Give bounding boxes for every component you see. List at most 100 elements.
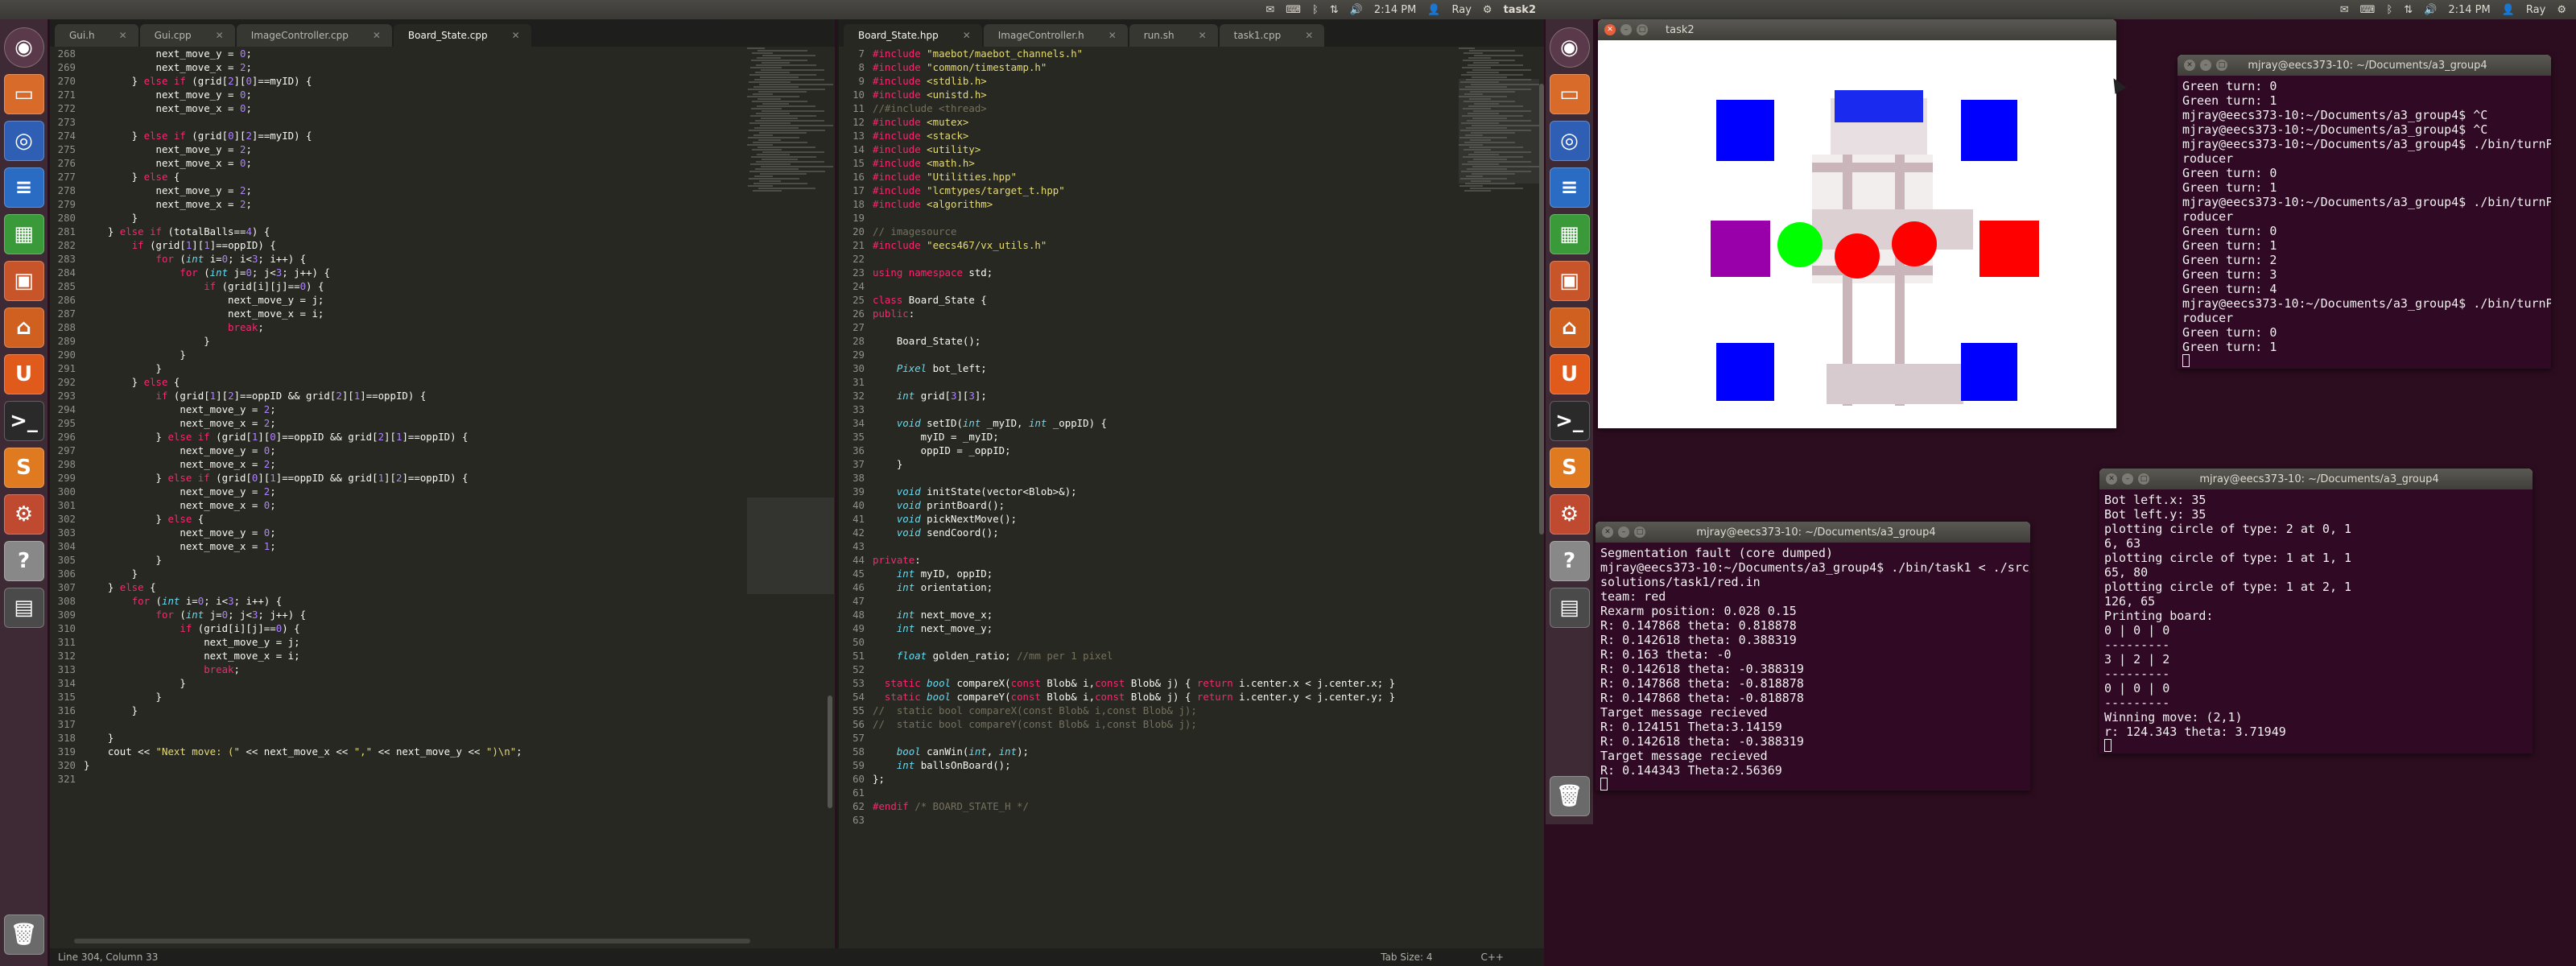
code-line[interactable]: 51 float golden_ratio; //mm per 1 pixel	[839, 649, 1459, 663]
code-line[interactable]: 43	[839, 539, 1459, 553]
code-line[interactable]: 312 next_move_x = i;	[50, 649, 750, 663]
calc-icon[interactable]: ▦	[3, 214, 44, 254]
code-line[interactable]: 268 next_move_y = 0;	[50, 47, 750, 60]
indicator-tray-left[interactable]: ✉ ⌨ ᛒ ⇅ 🔊 2:14 PM 👤 Ray ⚙ task2	[1265, 4, 1546, 16]
code-line[interactable]: 278 next_move_y = 2;	[50, 184, 750, 197]
code-line[interactable]: 276 next_move_x = 0;	[50, 156, 750, 170]
code-line[interactable]: 292 } else {	[50, 375, 750, 389]
files-icon[interactable]: ▭	[3, 74, 44, 114]
software-center-icon[interactable]: ⌂	[1549, 308, 1590, 348]
code-line[interactable]: 288 break;	[50, 320, 750, 334]
code-line[interactable]: 297 next_move_y = 0;	[50, 444, 750, 457]
minimize-icon[interactable]: –	[2122, 473, 2133, 485]
code-line[interactable]: 293 if (grid[1][2]==oppID && grid[2][1]=…	[50, 389, 750, 402]
minimap-right[interactable]	[1459, 47, 1539, 192]
hscrollbar-left[interactable]	[74, 939, 750, 943]
help-icon[interactable]: ?	[3, 541, 44, 581]
code-line[interactable]: 20 // imagesource	[839, 225, 1459, 238]
code-line[interactable]: 49 int next_move_y;	[839, 621, 1459, 635]
code-line[interactable]: 63	[839, 813, 1459, 827]
ubuntu-one-icon[interactable]: U	[3, 354, 44, 394]
code-line[interactable]: 313 break;	[50, 663, 750, 676]
code-line[interactable]: 48 int next_move_x;	[839, 608, 1459, 621]
terminal-output[interactable]: Green turn: 0 Green turn: 1 mjray@eecs373-…	[2178, 76, 2551, 369]
code-line[interactable]: 294 next_move_y = 2;	[50, 402, 750, 416]
code-line[interactable]: 34 void setID(int _myID, int _oppID) {	[839, 416, 1459, 430]
code-line[interactable]: 47	[839, 594, 1459, 608]
code-line[interactable]: 7 #include "maebot/maebot_channels.h"	[839, 47, 1459, 60]
code-line[interactable]: 53 static bool compareX(const Blob& i,co…	[839, 676, 1459, 690]
code-line[interactable]: 306 }	[50, 567, 750, 580]
task2-titlebar[interactable]: ✕ – □ task2	[1598, 19, 2116, 40]
code-line[interactable]: 45 int myID, oppID;	[839, 567, 1459, 580]
firefox-icon[interactable]: ◎	[1549, 121, 1590, 161]
code-line[interactable]: 15 #include <math.h>	[839, 156, 1459, 170]
code-line[interactable]: 290 }	[50, 348, 750, 361]
clock-left[interactable]: 2:14 PM	[1374, 4, 1416, 16]
code-area-left[interactable]: 268 next_move_y = 0; 269 next_move_x = 2;…	[50, 47, 750, 948]
code-line[interactable]: 11 //#include <thread>	[839, 101, 1459, 115]
code-line[interactable]: 36 oppID = _oppID;	[839, 444, 1459, 457]
code-line[interactable]: 16 #include "Utilities.hpp"	[839, 170, 1459, 184]
code-line[interactable]: 24	[839, 279, 1459, 293]
code-line[interactable]: 284 for (int j=0; j<3; j++) {	[50, 266, 750, 279]
code-line[interactable]: 13 #include <stack>	[839, 129, 1459, 142]
writer-icon[interactable]: ≡	[3, 167, 44, 208]
code-line[interactable]: 40 void printBoard();	[839, 498, 1459, 512]
maximize-icon[interactable]: □	[1637, 24, 1648, 35]
settings-icon[interactable]: ⚙	[3, 494, 44, 535]
code-line[interactable]: 310 if (grid[i][j]==0) {	[50, 621, 750, 635]
terminal-icon[interactable]: >_	[1549, 401, 1590, 441]
code-line[interactable]: 300 next_move_y = 2;	[50, 485, 750, 498]
dash-home-icon[interactable]: ◉	[3, 27, 44, 68]
code-line[interactable]: 277 } else {	[50, 170, 750, 184]
code-line[interactable]: 302 } else {	[50, 512, 750, 526]
minimap-viewport[interactable]	[747, 497, 834, 594]
terminal-titlebar[interactable]: ✕ – □ mjray@eecs373-10: ~/Documents/a3_g…	[2099, 469, 2533, 489]
code-line[interactable]: 320}	[50, 758, 750, 772]
code-line[interactable]: 50	[839, 635, 1459, 649]
tab-imagecontroller-cpp[interactable]: ImageController.cpp ✕	[236, 24, 392, 47]
code-line[interactable]: 321	[50, 772, 750, 786]
code-line[interactable]: 12 #include <mutex>	[839, 115, 1459, 129]
scrollbar-left[interactable]	[828, 696, 832, 808]
user-name-right[interactable]: Ray	[2526, 4, 2545, 16]
indicator-tray-right[interactable]: ✉ ⌨ ᛒ ⇅ 🔊 2:14 PM 👤 Ray ⚙	[2340, 4, 2576, 16]
code-line[interactable]: 54 static bool compareY(const Blob& i,co…	[839, 690, 1459, 704]
code-line[interactable]: 274 } else if (grid[0][2]==myID) {	[50, 129, 750, 142]
code-line[interactable]: 26 public:	[839, 307, 1459, 320]
code-line[interactable]: 317	[50, 717, 750, 731]
code-line[interactable]: 309 for (int j=0; j<3; j++) {	[50, 608, 750, 621]
maximize-icon[interactable]: □	[2216, 60, 2227, 71]
code-line[interactable]: 62 #endif /* BOARD_STATE_H */	[839, 799, 1459, 813]
tab-board-state-cpp[interactable]: Board_State.cpp ✕	[393, 24, 531, 47]
workspaces-icon[interactable]: ▤	[1549, 588, 1590, 628]
maximize-icon[interactable]: □	[2138, 473, 2149, 485]
code-line[interactable]: 311 next_move_y = j;	[50, 635, 750, 649]
code-line[interactable]: 33	[839, 402, 1459, 416]
terminal-titlebar[interactable]: ✕ – □ mjray@eecs373-10: ~/Documents/a3_g…	[2178, 55, 2551, 76]
code-line[interactable]: 31	[839, 375, 1459, 389]
close-icon[interactable]: ✕	[2106, 473, 2117, 485]
code-line[interactable]: 27	[839, 320, 1459, 334]
dash-home-icon[interactable]: ◉	[1549, 27, 1590, 68]
bluetooth-icon[interactable]: ᛒ	[1312, 4, 1319, 16]
code-line[interactable]: 282 if (grid[1][1]==oppID) {	[50, 238, 750, 252]
terminal-output[interactable]: Segmentation fault (core dumped) mjray@ee…	[1596, 543, 2030, 791]
board-canvas[interactable]	[1601, 42, 2113, 427]
scrollbar-right[interactable]	[1539, 84, 1544, 535]
close-icon[interactable]: ✕	[963, 30, 971, 41]
close-icon[interactable]: ✕	[1305, 30, 1313, 41]
software-center-icon[interactable]: ⌂	[3, 308, 44, 348]
code-line[interactable]: 314 }	[50, 676, 750, 690]
code-line[interactable]: 8 #include "common/timestamp.h"	[839, 60, 1459, 74]
code-line[interactable]: 270 } else if (grid[2][0]==myID) {	[50, 74, 750, 88]
code-line[interactable]: 14 #include <utility>	[839, 142, 1459, 156]
terminal-output[interactable]: Bot left.x: 35 Bot left.y: 35 plotting cir…	[2099, 489, 2533, 753]
code-line[interactable]: 298 next_move_x = 2;	[50, 457, 750, 471]
tab-gui-h[interactable]: Gui.h ✕	[55, 24, 138, 47]
code-line[interactable]: 286 next_move_y = j;	[50, 293, 750, 307]
code-line[interactable]: 272 next_move_x = 0;	[50, 101, 750, 115]
code-line[interactable]: 285 if (grid[i][j]==0) {	[50, 279, 750, 293]
sublime-icon[interactable]: S	[1549, 448, 1590, 488]
